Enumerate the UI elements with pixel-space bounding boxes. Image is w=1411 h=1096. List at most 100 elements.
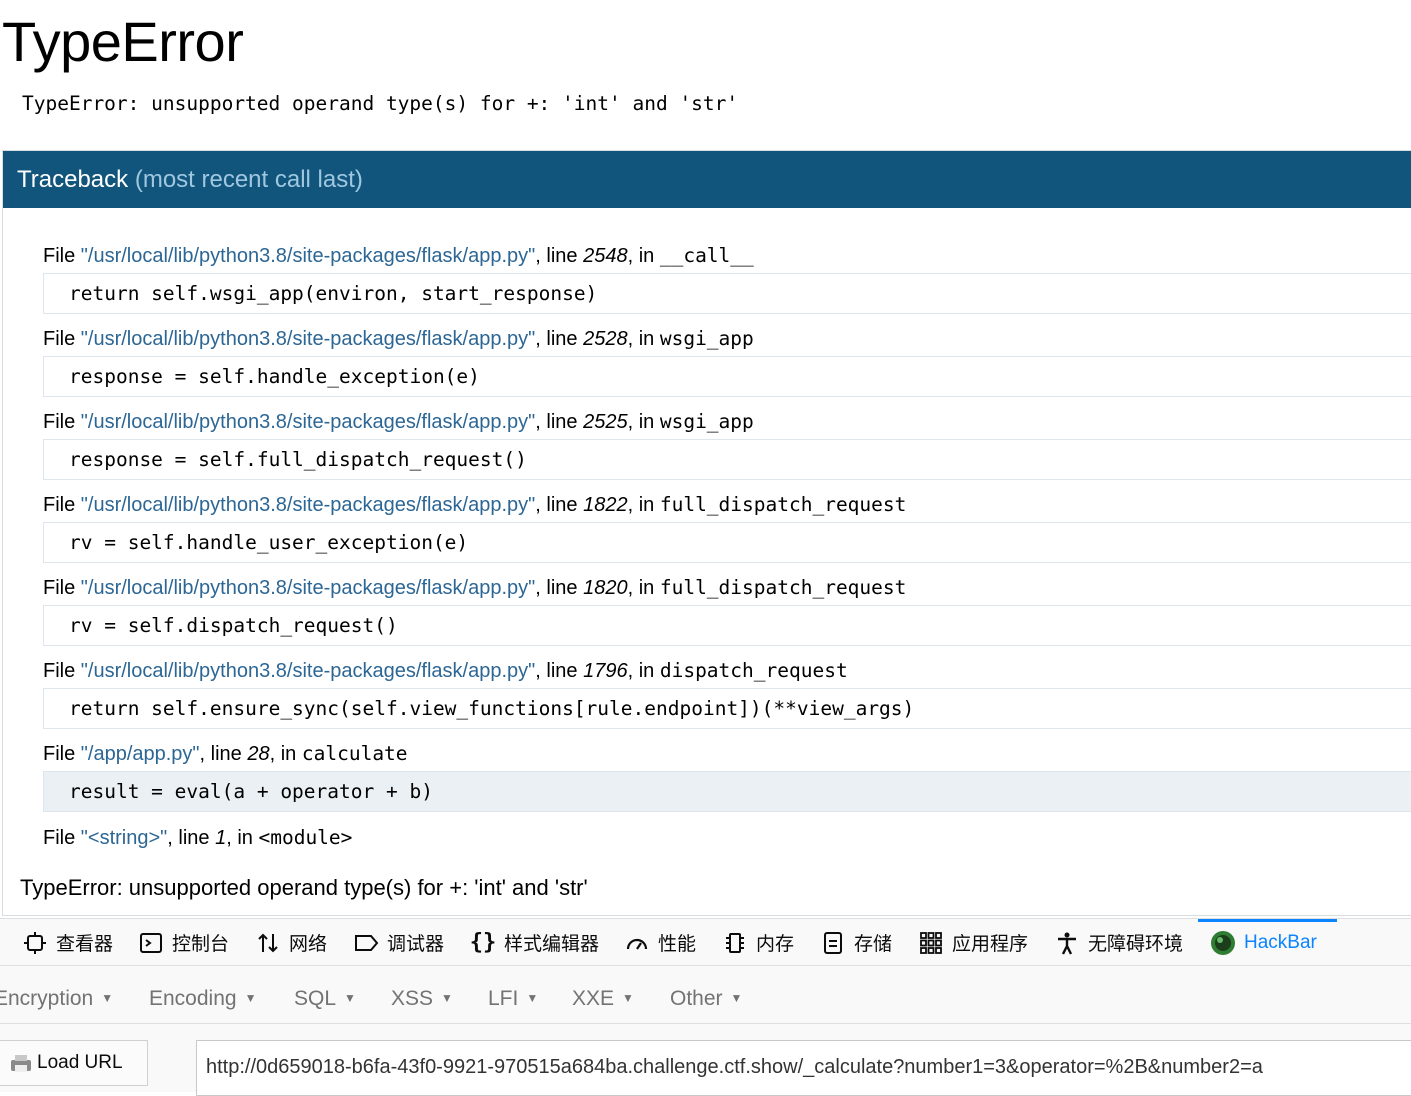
accessibility-icon bbox=[1054, 930, 1080, 956]
tab-network[interactable]: 网络 bbox=[255, 919, 327, 966]
tab-label: 无障碍环境 bbox=[1088, 934, 1184, 955]
chevron-down-icon: ▼ bbox=[244, 991, 257, 1005]
error-message: TypeError: unsupported operand type(s) f… bbox=[22, 92, 739, 115]
menu-xxe[interactable]: XXE ▼ bbox=[572, 966, 634, 1024]
application-icon bbox=[918, 930, 944, 956]
frame-filename: "/usr/local/lib/python3.8/site-packages/… bbox=[80, 494, 536, 516]
file-word: File bbox=[43, 743, 76, 765]
traceback-frames: File "/usr/local/lib/python3.8/site-pack… bbox=[43, 241, 1411, 822]
frame-line-number: 1820 bbox=[583, 577, 628, 599]
frame-line-number: 1 bbox=[215, 827, 227, 849]
file-word: File bbox=[43, 328, 76, 350]
line-word: line bbox=[546, 494, 578, 516]
memory-icon bbox=[722, 930, 748, 956]
tab-label: 网络 bbox=[289, 934, 328, 955]
network-icon bbox=[255, 930, 281, 956]
hackbar-body: Load URL http://0d659018-b6fa-43f0-9921-… bbox=[0, 1024, 1411, 1096]
frame-code-line[interactable]: response = self.full_dispatch_request() bbox=[43, 439, 1411, 480]
in-word: in bbox=[237, 827, 253, 849]
file-word: File bbox=[43, 494, 76, 516]
frame-code-line[interactable]: rv = self.handle_user_exception(e) bbox=[43, 522, 1411, 563]
traceback-frame[interactable]: File "/usr/local/lib/python3.8/site-pack… bbox=[43, 407, 1411, 490]
debugger-icon bbox=[353, 930, 379, 956]
line-word: line bbox=[546, 660, 578, 682]
traceback-frame[interactable]: File "/usr/local/lib/python3.8/site-pack… bbox=[43, 324, 1411, 407]
in-word: in bbox=[280, 743, 297, 765]
tab-label: 样式编辑器 bbox=[504, 934, 600, 955]
console-icon bbox=[138, 930, 164, 956]
frame-filename: "/usr/local/lib/python3.8/site-packages/… bbox=[80, 328, 536, 350]
chevron-down-icon: ▼ bbox=[730, 991, 743, 1005]
menu-lfi[interactable]: LFI ▼ bbox=[488, 966, 538, 1024]
line-word: line bbox=[546, 245, 578, 267]
frame-filename: "<string>" bbox=[80, 827, 168, 849]
load-url-icon bbox=[9, 1051, 33, 1075]
in-word: in bbox=[638, 577, 655, 599]
traceback-frame-last[interactable]: File "<string>", line 1, in <module> bbox=[43, 823, 352, 853]
chevron-down-icon: ▼ bbox=[622, 991, 634, 1005]
menu-sql[interactable]: SQL ▼ bbox=[294, 966, 356, 1024]
page-title: TypeError bbox=[2, 10, 244, 73]
frame-filename: "/usr/local/lib/python3.8/site-packages/… bbox=[80, 245, 536, 267]
traceback-frame[interactable]: File "/usr/local/lib/python3.8/site-pack… bbox=[43, 241, 1411, 324]
frame-code-line[interactable]: return self.ensure_sync(self.view_functi… bbox=[43, 688, 1411, 729]
traceback-header: Traceback (most recent call last) bbox=[3, 151, 1411, 208]
tab-performance[interactable]: 性能 bbox=[624, 919, 696, 966]
traceback-frame[interactable]: File "/app/app.py", line 28, in calculat… bbox=[43, 739, 1411, 822]
traceback-title: Traceback bbox=[17, 166, 129, 193]
style-editor-icon: {} bbox=[469, 930, 497, 955]
frame-code-line[interactable]: response = self.handle_exception(e) bbox=[43, 356, 1411, 397]
menu-other[interactable]: Other ▼ bbox=[670, 966, 742, 1024]
tab-label: 控制台 bbox=[172, 934, 230, 955]
load-url-label: Load URL bbox=[37, 1052, 123, 1073]
tab-debugger[interactable]: 调试器 bbox=[353, 919, 444, 966]
hackbar-menu-bar: Encryption ▼ Encoding ▼ SQL ▼ XSS ▼ LFI ▼ XXE… bbox=[0, 966, 1411, 1024]
traceback-frame[interactable]: File "/usr/local/lib/python3.8/site-pack… bbox=[43, 656, 1411, 739]
tab-hackbar[interactable]: HackBar bbox=[1198, 919, 1337, 966]
traceback-frame[interactable]: File "/usr/local/lib/python3.8/site-pack… bbox=[43, 490, 1411, 573]
tab-label: 应用程序 bbox=[952, 934, 1029, 955]
frame-function: <module> bbox=[258, 826, 353, 849]
traceback-frame[interactable]: File "/usr/local/lib/python3.8/site-pack… bbox=[43, 573, 1411, 656]
frame-function: wsgi_app bbox=[659, 327, 754, 350]
tab-label: HackBar bbox=[1244, 931, 1317, 953]
frame-function: __call__ bbox=[659, 244, 754, 267]
tab-storage[interactable]: 存储 bbox=[820, 919, 892, 966]
tab-console[interactable]: 控制台 bbox=[138, 919, 229, 966]
frame-code-line[interactable]: rv = self.dispatch_request() bbox=[43, 605, 1411, 646]
chevron-down-icon: ▼ bbox=[344, 991, 356, 1005]
file-word: File bbox=[43, 411, 76, 433]
tab-label: 调试器 bbox=[387, 934, 445, 955]
menu-encoding[interactable]: Encoding ▼ bbox=[149, 966, 256, 1024]
frame-function: full_dispatch_request bbox=[659, 576, 907, 599]
final-error-message: TypeError: unsupported operand type(s) f… bbox=[20, 875, 588, 900]
frame-function: wsgi_app bbox=[659, 410, 754, 433]
url-input[interactable]: http://0d659018-b6fa-43f0-9921-970515a68… bbox=[196, 1040, 1411, 1096]
menu-xss[interactable]: XSS ▼ bbox=[391, 966, 453, 1024]
menu-encryption[interactable]: Encryption ▼ bbox=[0, 966, 113, 1024]
tab-accessibility[interactable]: 无障碍环境 bbox=[1054, 919, 1183, 966]
line-word: line bbox=[546, 328, 578, 350]
tab-memory[interactable]: 内存 bbox=[722, 919, 794, 966]
hackbar-icon bbox=[1210, 930, 1236, 956]
chevron-down-icon: ▼ bbox=[526, 991, 539, 1005]
in-word: in bbox=[638, 245, 655, 267]
frame-function: calculate bbox=[301, 742, 408, 765]
frame-code-line-current[interactable]: result = eval(a + operator + b) bbox=[43, 771, 1411, 812]
tab-application[interactable]: 应用程序 bbox=[918, 919, 1028, 966]
tab-inspector[interactable]: 查看器 bbox=[22, 919, 113, 966]
frame-line-number: 28 bbox=[247, 743, 270, 765]
chevron-down-icon: ▼ bbox=[441, 991, 453, 1005]
frame-function: full_dispatch_request bbox=[659, 493, 907, 516]
tab-label: 性能 bbox=[658, 934, 697, 955]
frame-code-line[interactable]: return self.wsgi_app(environ, start_resp… bbox=[43, 273, 1411, 314]
tab-label: 存储 bbox=[854, 934, 893, 955]
load-url-button[interactable]: Load URL bbox=[0, 1040, 148, 1086]
file-word: File bbox=[43, 577, 76, 599]
tab-style-editor[interactable]: {} 样式编辑器 bbox=[470, 919, 599, 966]
frame-filename: "/usr/local/lib/python3.8/site-packages/… bbox=[80, 411, 536, 433]
chevron-down-icon: ▼ bbox=[101, 991, 114, 1005]
line-word: line bbox=[546, 411, 578, 433]
storage-icon bbox=[820, 930, 846, 956]
frame-filename: "/usr/local/lib/python3.8/site-packages/… bbox=[80, 660, 536, 682]
